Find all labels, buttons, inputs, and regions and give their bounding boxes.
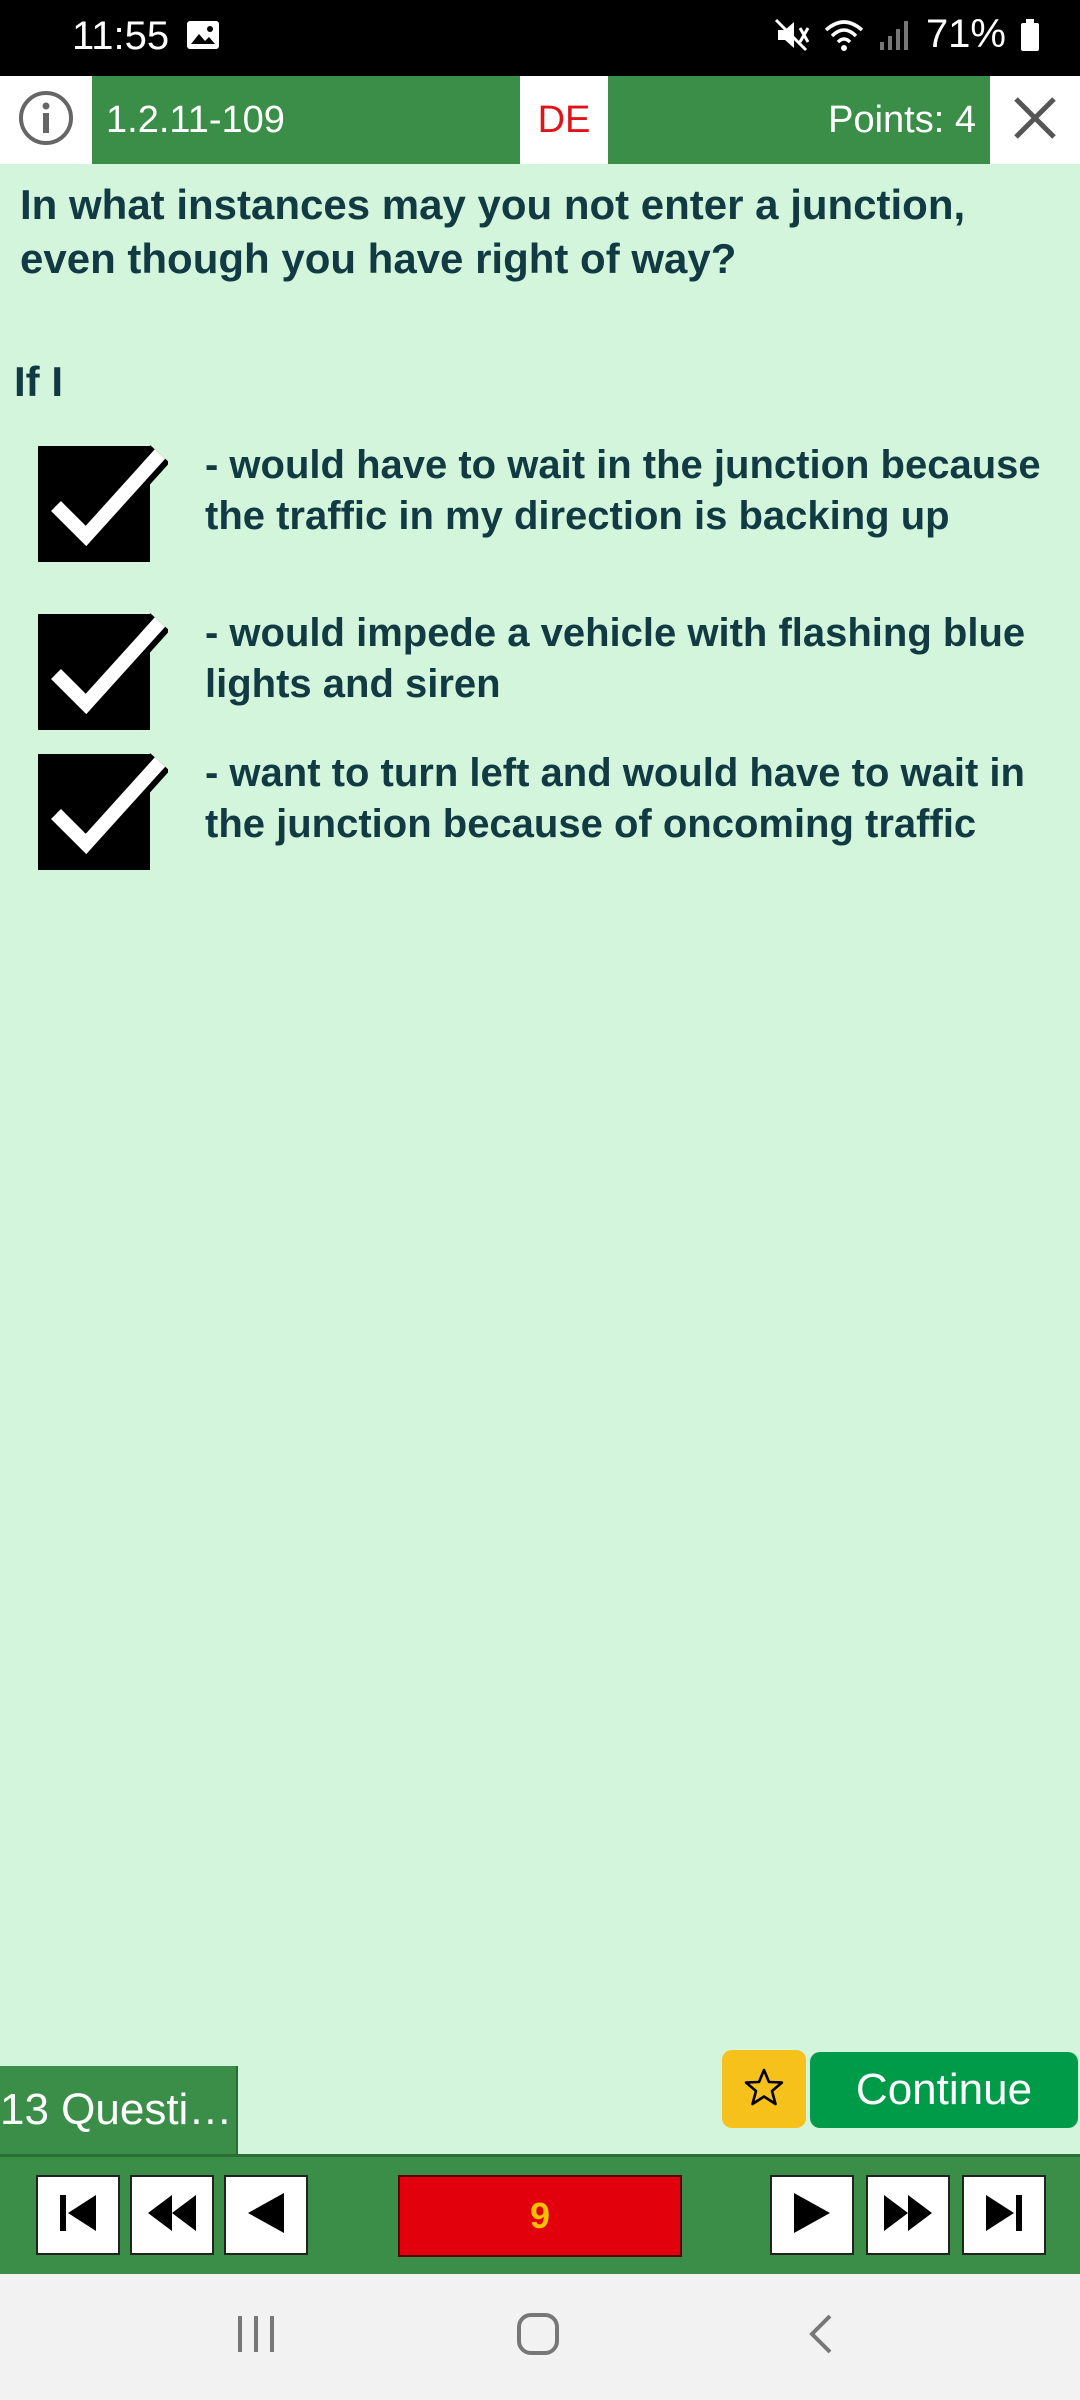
rewind-button[interactable]	[130, 2175, 214, 2255]
previous-icon	[242, 2189, 290, 2242]
mute-icon	[774, 18, 810, 52]
language-button[interactable]: DE	[520, 76, 608, 164]
next-icon	[788, 2189, 836, 2242]
first-icon	[54, 2189, 102, 2242]
answer-text: - would have to wait in the junction bec…	[205, 443, 1041, 538]
clock: 11:55	[72, 14, 170, 58]
question-navigation: 9	[0, 2154, 1080, 2277]
back-icon[interactable]	[806, 2312, 836, 2361]
fast-forward-button[interactable]	[866, 2175, 950, 2255]
answer-checkbox[interactable]	[38, 613, 168, 730]
battery-level: 71%	[925, 12, 1006, 56]
questions-tab[interactable]: 13 Questi…	[0, 2066, 238, 2154]
rewind-icon	[144, 2189, 200, 2242]
fast-forward-icon	[880, 2189, 936, 2242]
question-header: 1.2.11-109 DE Points: 4	[0, 76, 1080, 164]
points-label: Points: 4	[828, 99, 976, 141]
info-icon	[16, 88, 76, 153]
last-icon	[980, 2189, 1028, 2242]
current-question-number[interactable]: 9	[398, 2175, 682, 2257]
next-question-button[interactable]	[770, 2175, 854, 2255]
question-text: In what instances may you not enter a ju…	[20, 181, 966, 282]
continue-button[interactable]: Continue	[810, 2052, 1078, 2128]
system-navigation-bar	[0, 2274, 1080, 2400]
battery-icon	[1020, 18, 1040, 52]
bookmark-button[interactable]	[722, 2050, 806, 2128]
answer-text: - want to turn left and would have to wa…	[205, 751, 1025, 846]
signal-icon	[878, 18, 912, 52]
question-id: 1.2.11-109	[106, 99, 285, 141]
status-bar: 11:55 71%	[0, 0, 1080, 76]
question-intro: If I	[14, 358, 63, 405]
previous-question-button[interactable]	[224, 2175, 308, 2255]
home-icon[interactable]	[516, 2312, 560, 2361]
first-question-button[interactable]	[36, 2175, 120, 2255]
answer-text: - would impede a vehicle with flashing b…	[205, 611, 1026, 706]
last-question-button[interactable]	[962, 2175, 1046, 2255]
wifi-icon	[824, 18, 864, 52]
close-icon	[1012, 95, 1058, 146]
answer-checkbox[interactable]	[38, 445, 168, 562]
recent-apps-icon[interactable]	[236, 2312, 276, 2361]
answer-checkbox[interactable]	[38, 753, 168, 870]
gallery-icon	[186, 20, 220, 50]
star-icon	[744, 2067, 784, 2112]
info-button[interactable]	[0, 76, 92, 164]
close-button[interactable]	[990, 76, 1080, 164]
